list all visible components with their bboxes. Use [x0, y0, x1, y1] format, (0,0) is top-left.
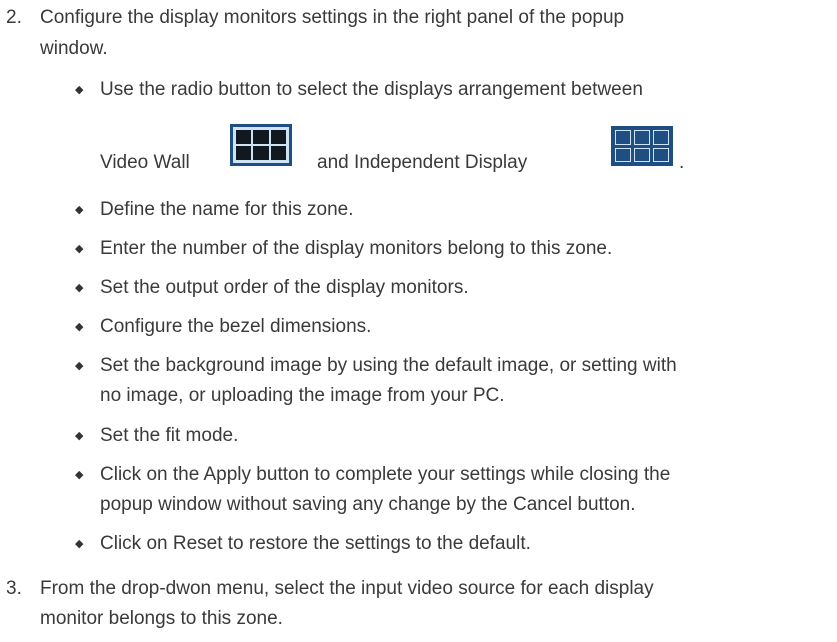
bullet-text-line: no image, or uploading the image from yo… [100, 385, 505, 406]
step-text-line: monitor belongs to this zone. [40, 608, 283, 629]
diamond-bullet-icon: ◆ [75, 243, 84, 255]
diamond-bullet-icon: ◆ [75, 204, 84, 216]
diamond-bullet-icon: ◆ [75, 430, 84, 442]
bullet-text-line: Configure the bezel dimensions. [100, 316, 372, 337]
diamond-bullet-icon: ◆ [75, 469, 84, 481]
independent-display-icon [611, 126, 673, 166]
bullet-text-line: Set the background image by using the de… [100, 355, 677, 376]
bullet-text-line: Click on Reset to restore the settings t… [100, 533, 531, 554]
bullet-text-line: Define the name for this zone. [100, 199, 354, 220]
diamond-bullet-icon: ◆ [75, 282, 84, 294]
diamond-bullet-icon: ◆ [75, 360, 84, 372]
step-number: 2. [6, 7, 22, 28]
bullet-text-line: popup window without saving any change b… [100, 494, 636, 515]
bullet-text-line: Set the fit mode. [100, 425, 239, 446]
video-wall-label: Video Wall [100, 152, 190, 173]
independent-display-label: and Independent Display [317, 152, 528, 173]
bullet-text-line: Set the output order of the display moni… [100, 277, 469, 298]
step-text-line: Configure the display monitors settings … [40, 7, 625, 28]
diamond-bullet-icon: ◆ [75, 321, 84, 333]
step-text-line: window. [40, 38, 108, 59]
sentence-period: . [679, 152, 685, 173]
bullet-text-line: Enter the number of the display monitors… [100, 238, 613, 259]
step-number: 3. [6, 578, 22, 599]
bullet-text-line: Use the radio button to select the displ… [100, 79, 643, 100]
step-text-line: From the drop-dwon menu, select the inpu… [40, 578, 654, 599]
diamond-bullet-icon: ◆ [75, 84, 84, 96]
video-wall-icon [230, 124, 292, 166]
diamond-bullet-icon: ◆ [75, 538, 84, 550]
bullet-text-line: Click on the Apply button to complete yo… [100, 464, 671, 485]
